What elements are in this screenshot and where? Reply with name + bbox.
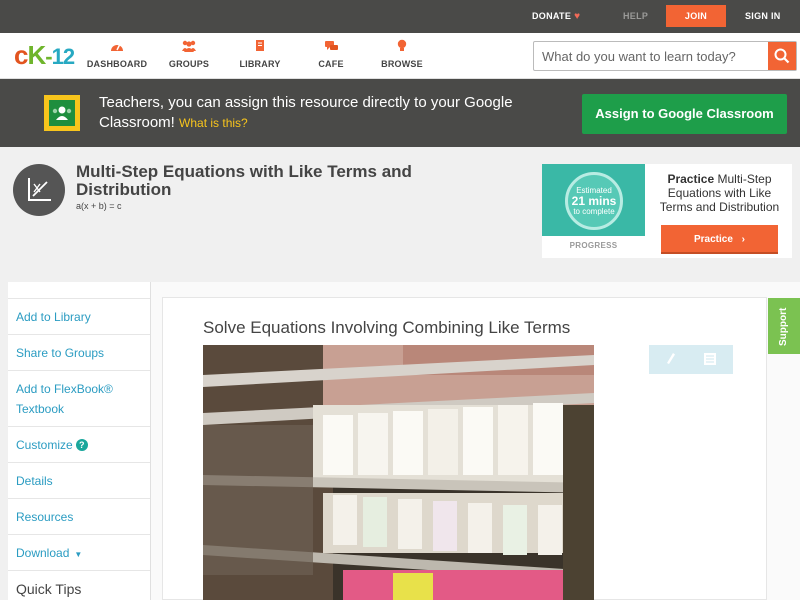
main-content: Solve Equations Involving Combining Like… <box>150 282 800 600</box>
nav-browse[interactable]: BROWSE <box>367 39 437 69</box>
donate-link[interactable]: DONATE ♥ <box>532 0 580 33</box>
help-question-icon[interactable]: ? <box>75 439 88 451</box>
speedometer-icon <box>82 39 152 57</box>
caret-down-icon: ▼ <box>74 550 83 559</box>
search-icon <box>774 48 790 64</box>
sidebar-details[interactable]: Details <box>8 462 150 498</box>
nav-groups[interactable]: GROUPS <box>154 39 224 69</box>
nav-cafe[interactable]: CAFE <box>296 39 366 69</box>
page-subtitle: a(x + b) = c <box>76 201 122 211</box>
join-button[interactable]: JOIN <box>666 5 726 27</box>
estimated-mins: 21 mins <box>571 194 617 208</box>
sidebar-resources[interactable]: Resources <box>8 498 150 534</box>
banner-text: Teachers, you can assign this resource d… <box>99 94 513 131</box>
sidebar-add-to-library[interactable]: Add to Library <box>8 298 150 334</box>
main-header: cK-12 DASHBOARD GROUPS LIBRARY CAFE BROW… <box>0 33 800 79</box>
milk-shelf-photo <box>203 345 594 600</box>
donate-label: DONATE <box>532 11 572 21</box>
to-complete-label: to complete <box>573 207 615 216</box>
nav-dashboard-label: DASHBOARD <box>86 59 148 69</box>
google-classroom-icon <box>44 95 80 131</box>
sidebar-customize[interactable]: Customize? <box>8 426 150 462</box>
practice-button-label: Practice <box>693 234 733 245</box>
practice-card: Estimated 21 mins to complete PROGRESS P… <box>542 164 792 258</box>
customize-label: Customize <box>16 438 73 452</box>
support-tab[interactable]: Support <box>768 298 800 354</box>
chevron-right-icon: › <box>741 234 746 245</box>
sidebar-download[interactable]: Download ▼ <box>8 534 150 570</box>
nav-browse-label: BROWSE <box>381 59 423 69</box>
sidebar-share-to-groups[interactable]: Share to Groups <box>8 334 150 370</box>
content-tools <box>649 345 733 374</box>
practice-progress-image: Estimated 21 mins to complete <box>542 164 645 236</box>
nav-library-label: LIBRARY <box>239 59 281 69</box>
practice-description: Practice Multi-Step Equations with Like … <box>652 172 787 214</box>
graph-axes-icon <box>13 164 65 216</box>
ck12-logo[interactable]: cK-12 <box>14 41 75 71</box>
nav-cafe-label: CAFE <box>318 59 344 69</box>
search-button[interactable] <box>768 42 796 70</box>
what-is-this-link[interactable]: What is this? <box>179 116 248 130</box>
pencil-icon[interactable] <box>664 351 676 370</box>
assign-google-classroom-button[interactable]: Assign to Google Classroom <box>582 94 787 134</box>
progress-label: PROGRESS <box>569 241 618 250</box>
left-sidebar: Add to Library Share to Groups Add to Fl… <box>8 282 150 600</box>
practice-button[interactable]: Practice › <box>661 225 778 254</box>
sidebar-quick-tips[interactable]: Quick Tips <box>8 570 150 600</box>
download-label: Download <box>16 546 70 560</box>
nav-library[interactable]: LIBRARY <box>225 39 295 69</box>
support-label: Support <box>778 307 789 346</box>
banner-message: Teachers, you can assign this resource d… <box>99 93 539 133</box>
lightbulb-icon <box>367 39 437 57</box>
estimated-time-badge: Estimated 21 mins to complete <box>565 172 623 230</box>
top-bar: DONATE ♥ HELP JOIN SIGN IN <box>0 0 800 33</box>
sidebar-add-to-flexbook[interactable]: Add to FlexBook® Textbook <box>8 370 150 426</box>
nav-dashboard[interactable]: DASHBOARD <box>82 39 152 69</box>
nav-groups-label: GROUPS <box>168 59 210 69</box>
content-title: Solve Equations Involving Combining Like… <box>203 318 571 337</box>
sign-in-link[interactable]: SIGN IN <box>745 0 781 33</box>
help-link[interactable]: HELP <box>623 0 648 33</box>
search-input[interactable] <box>534 42 768 70</box>
page-title: Multi-Step Equations with Like Terms and… <box>76 162 412 199</box>
practice-bold-label: Practice <box>667 172 715 186</box>
people-icon <box>154 39 224 57</box>
search-box <box>533 41 797 71</box>
book-icon <box>225 39 295 57</box>
content-card: Solve Equations Involving Combining Like… <box>162 297 767 600</box>
heart-icon: ♥ <box>574 11 581 22</box>
chat-bubbles-icon <box>296 39 366 57</box>
notes-icon[interactable] <box>703 352 717 371</box>
google-classroom-banner: Teachers, you can assign this resource d… <box>0 79 800 147</box>
title-area: Multi-Step Equations with Like Terms and… <box>0 147 800 277</box>
